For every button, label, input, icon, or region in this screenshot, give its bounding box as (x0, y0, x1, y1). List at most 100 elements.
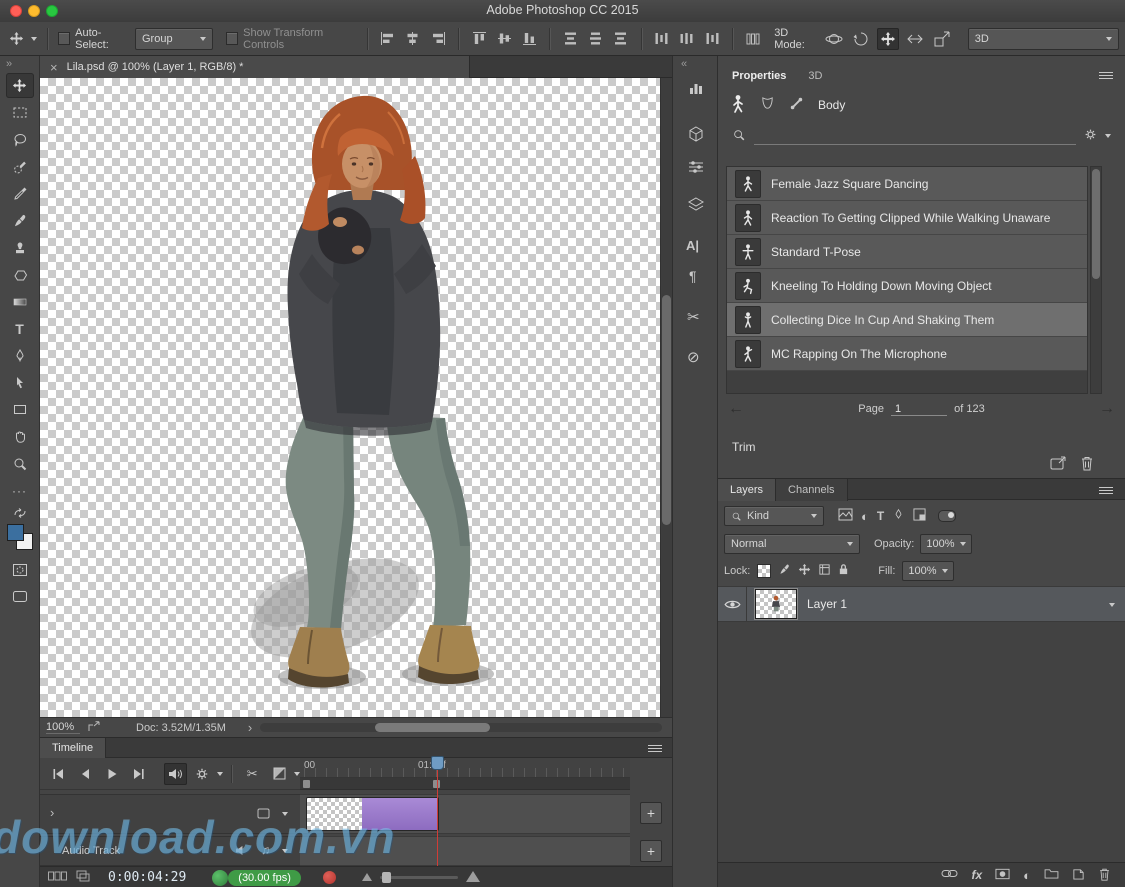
3d-slide-icon[interactable] (904, 28, 926, 50)
3d-mode-dropdown[interactable]: 3D (968, 28, 1119, 50)
next-page-arrow-icon[interactable]: → (1099, 400, 1115, 418)
timeline-zoom-slider[interactable] (380, 876, 458, 879)
mask-icon[interactable] (760, 96, 775, 114)
tab-channels[interactable]: Channels (776, 479, 847, 501)
quick-selection-tool[interactable] (6, 154, 34, 179)
layer-comps-panel-icon[interactable] (688, 196, 704, 215)
character-panel-icon[interactable]: A| (686, 238, 699, 253)
canvas-horizontal-scrollbar[interactable] (260, 723, 662, 732)
align-middle-vertical-icon[interactable] (494, 29, 514, 49)
screen-mode-icon[interactable] (6, 584, 34, 609)
layer-row[interactable]: Layer 1 (718, 586, 1125, 622)
work-area-start-handle[interactable] (303, 780, 310, 788)
distribute-middle-icon[interactable] (586, 29, 606, 49)
blend-mode-dropdown[interactable]: Normal (724, 534, 860, 554)
swap-colors-icon[interactable] (13, 508, 27, 521)
delete-pose-trash-icon[interactable] (1080, 455, 1094, 474)
bones-icon[interactable] (789, 96, 804, 114)
figure-icon[interactable] (730, 94, 746, 117)
properties-menu-icon[interactable] (1099, 71, 1113, 83)
close-window-button[interactable] (10, 5, 22, 17)
filter-type-layers-icon[interactable]: T (877, 509, 884, 523)
add-layer-mask-icon[interactable] (995, 868, 1010, 883)
pop-out-icon[interactable] (88, 721, 100, 735)
canvas-vertical-scrollbar[interactable] (660, 78, 672, 717)
video-track-lane[interactable] (300, 794, 630, 834)
close-document-icon[interactable]: × (50, 61, 58, 74)
move-tool[interactable] (6, 73, 34, 98)
minimize-window-button[interactable] (28, 5, 40, 17)
gradient-tool[interactable] (6, 289, 34, 314)
3d-roll-icon[interactable] (850, 28, 872, 50)
lock-transparent-pixels-icon[interactable] (757, 564, 771, 578)
pose-search-input[interactable] (754, 128, 1076, 145)
delete-layer-trash-icon[interactable] (1098, 867, 1111, 884)
chevron-down-icon[interactable] (1105, 134, 1111, 138)
pose-list-item[interactable]: Female Jazz Square Dancing (727, 167, 1087, 201)
scrollbar-thumb[interactable] (1092, 169, 1100, 279)
filter-pixel-layers-icon[interactable] (838, 508, 853, 524)
track-disclosure-icon[interactable]: › (50, 805, 54, 820)
opacity-dropdown[interactable]: 100% (920, 534, 971, 554)
filter-toggle-switch[interactable] (938, 510, 956, 522)
go-to-first-frame-button[interactable] (46, 763, 70, 785)
3d-scale-icon[interactable] (931, 28, 953, 50)
previous-frame-button[interactable] (73, 763, 97, 785)
canvas[interactable] (40, 78, 660, 717)
properties-panel-icon[interactable] (688, 160, 704, 177)
play-button[interactable] (100, 763, 124, 785)
distribute-right-icon[interactable] (702, 29, 722, 49)
clone-stamp-tool[interactable] (6, 235, 34, 260)
pose-list-item[interactable]: Reaction To Getting Clipped While Walkin… (727, 201, 1087, 235)
path-selection-tool[interactable] (6, 370, 34, 395)
distribute-center-icon[interactable] (677, 29, 697, 49)
timeline-menu-icon[interactable] (648, 744, 662, 756)
pen-tool[interactable] (6, 343, 34, 368)
scissors-panel-icon[interactable]: ✂ (687, 308, 700, 326)
filter-shape-layers-icon[interactable] (892, 508, 905, 524)
auto-select-checkbox[interactable] (58, 32, 70, 45)
3d-character[interactable] (40, 78, 660, 717)
audio-track-lane[interactable] (300, 836, 630, 866)
zoom-in-mountain-icon[interactable] (466, 870, 480, 885)
foreground-color-swatch[interactable] (7, 524, 24, 541)
chevron-down-icon[interactable] (282, 812, 288, 816)
status-chevron-icon[interactable]: › (248, 720, 252, 735)
video-track-header[interactable]: › (40, 794, 300, 834)
tool-preset-move-icon[interactable] (6, 29, 26, 49)
lock-position-icon[interactable] (798, 563, 811, 579)
histogram-panel-icon[interactable] (688, 80, 704, 99)
chevron-down-icon[interactable] (282, 849, 288, 853)
work-area-strip[interactable] (300, 778, 630, 790)
pose-list-item[interactable]: Kneeling To Holding Down Moving Object (727, 269, 1087, 303)
video-clip[interactable] (306, 797, 439, 831)
zoom-out-mountain-icon[interactable] (362, 872, 372, 884)
add-video-track-button[interactable]: + (640, 802, 662, 824)
edit-toolbar-icon[interactable]: ··· (6, 478, 34, 503)
3d-panel-icon[interactable] (688, 126, 704, 145)
3d-pan-icon[interactable] (877, 28, 899, 50)
transition-icon[interactable] (267, 763, 291, 785)
rectangle-tool[interactable] (6, 397, 34, 422)
tab-timeline[interactable]: Timeline (40, 738, 106, 758)
auto-select-dropdown[interactable]: Group (135, 28, 213, 50)
tab-layers[interactable]: Layers (718, 479, 776, 501)
tab-3d[interactable]: 3D (808, 70, 822, 82)
new-group-icon[interactable] (1044, 868, 1059, 882)
filter-adjustment-layers-icon[interactable]: ◐ (861, 509, 869, 524)
zoom-window-button[interactable] (46, 5, 58, 17)
slider-thumb[interactable] (382, 872, 391, 883)
audio-track-music-icon[interactable]: ♫ (261, 843, 270, 857)
scrollbar-thumb[interactable] (375, 723, 490, 732)
next-frame-button[interactable] (127, 763, 151, 785)
zoom-level[interactable]: 100% (46, 721, 80, 734)
layer-visibility-well[interactable] (718, 587, 747, 621)
distribute-top-icon[interactable] (560, 29, 580, 49)
3d-axis-icon[interactable] (743, 29, 763, 49)
pose-list-item[interactable]: Standard T-Pose (727, 235, 1087, 269)
playhead[interactable] (431, 756, 444, 770)
eraser-tool[interactable] (6, 262, 34, 287)
align-right-icon[interactable] (428, 29, 448, 49)
color-swatches[interactable] (6, 523, 34, 551)
lock-artboard-icon[interactable] (818, 563, 831, 579)
